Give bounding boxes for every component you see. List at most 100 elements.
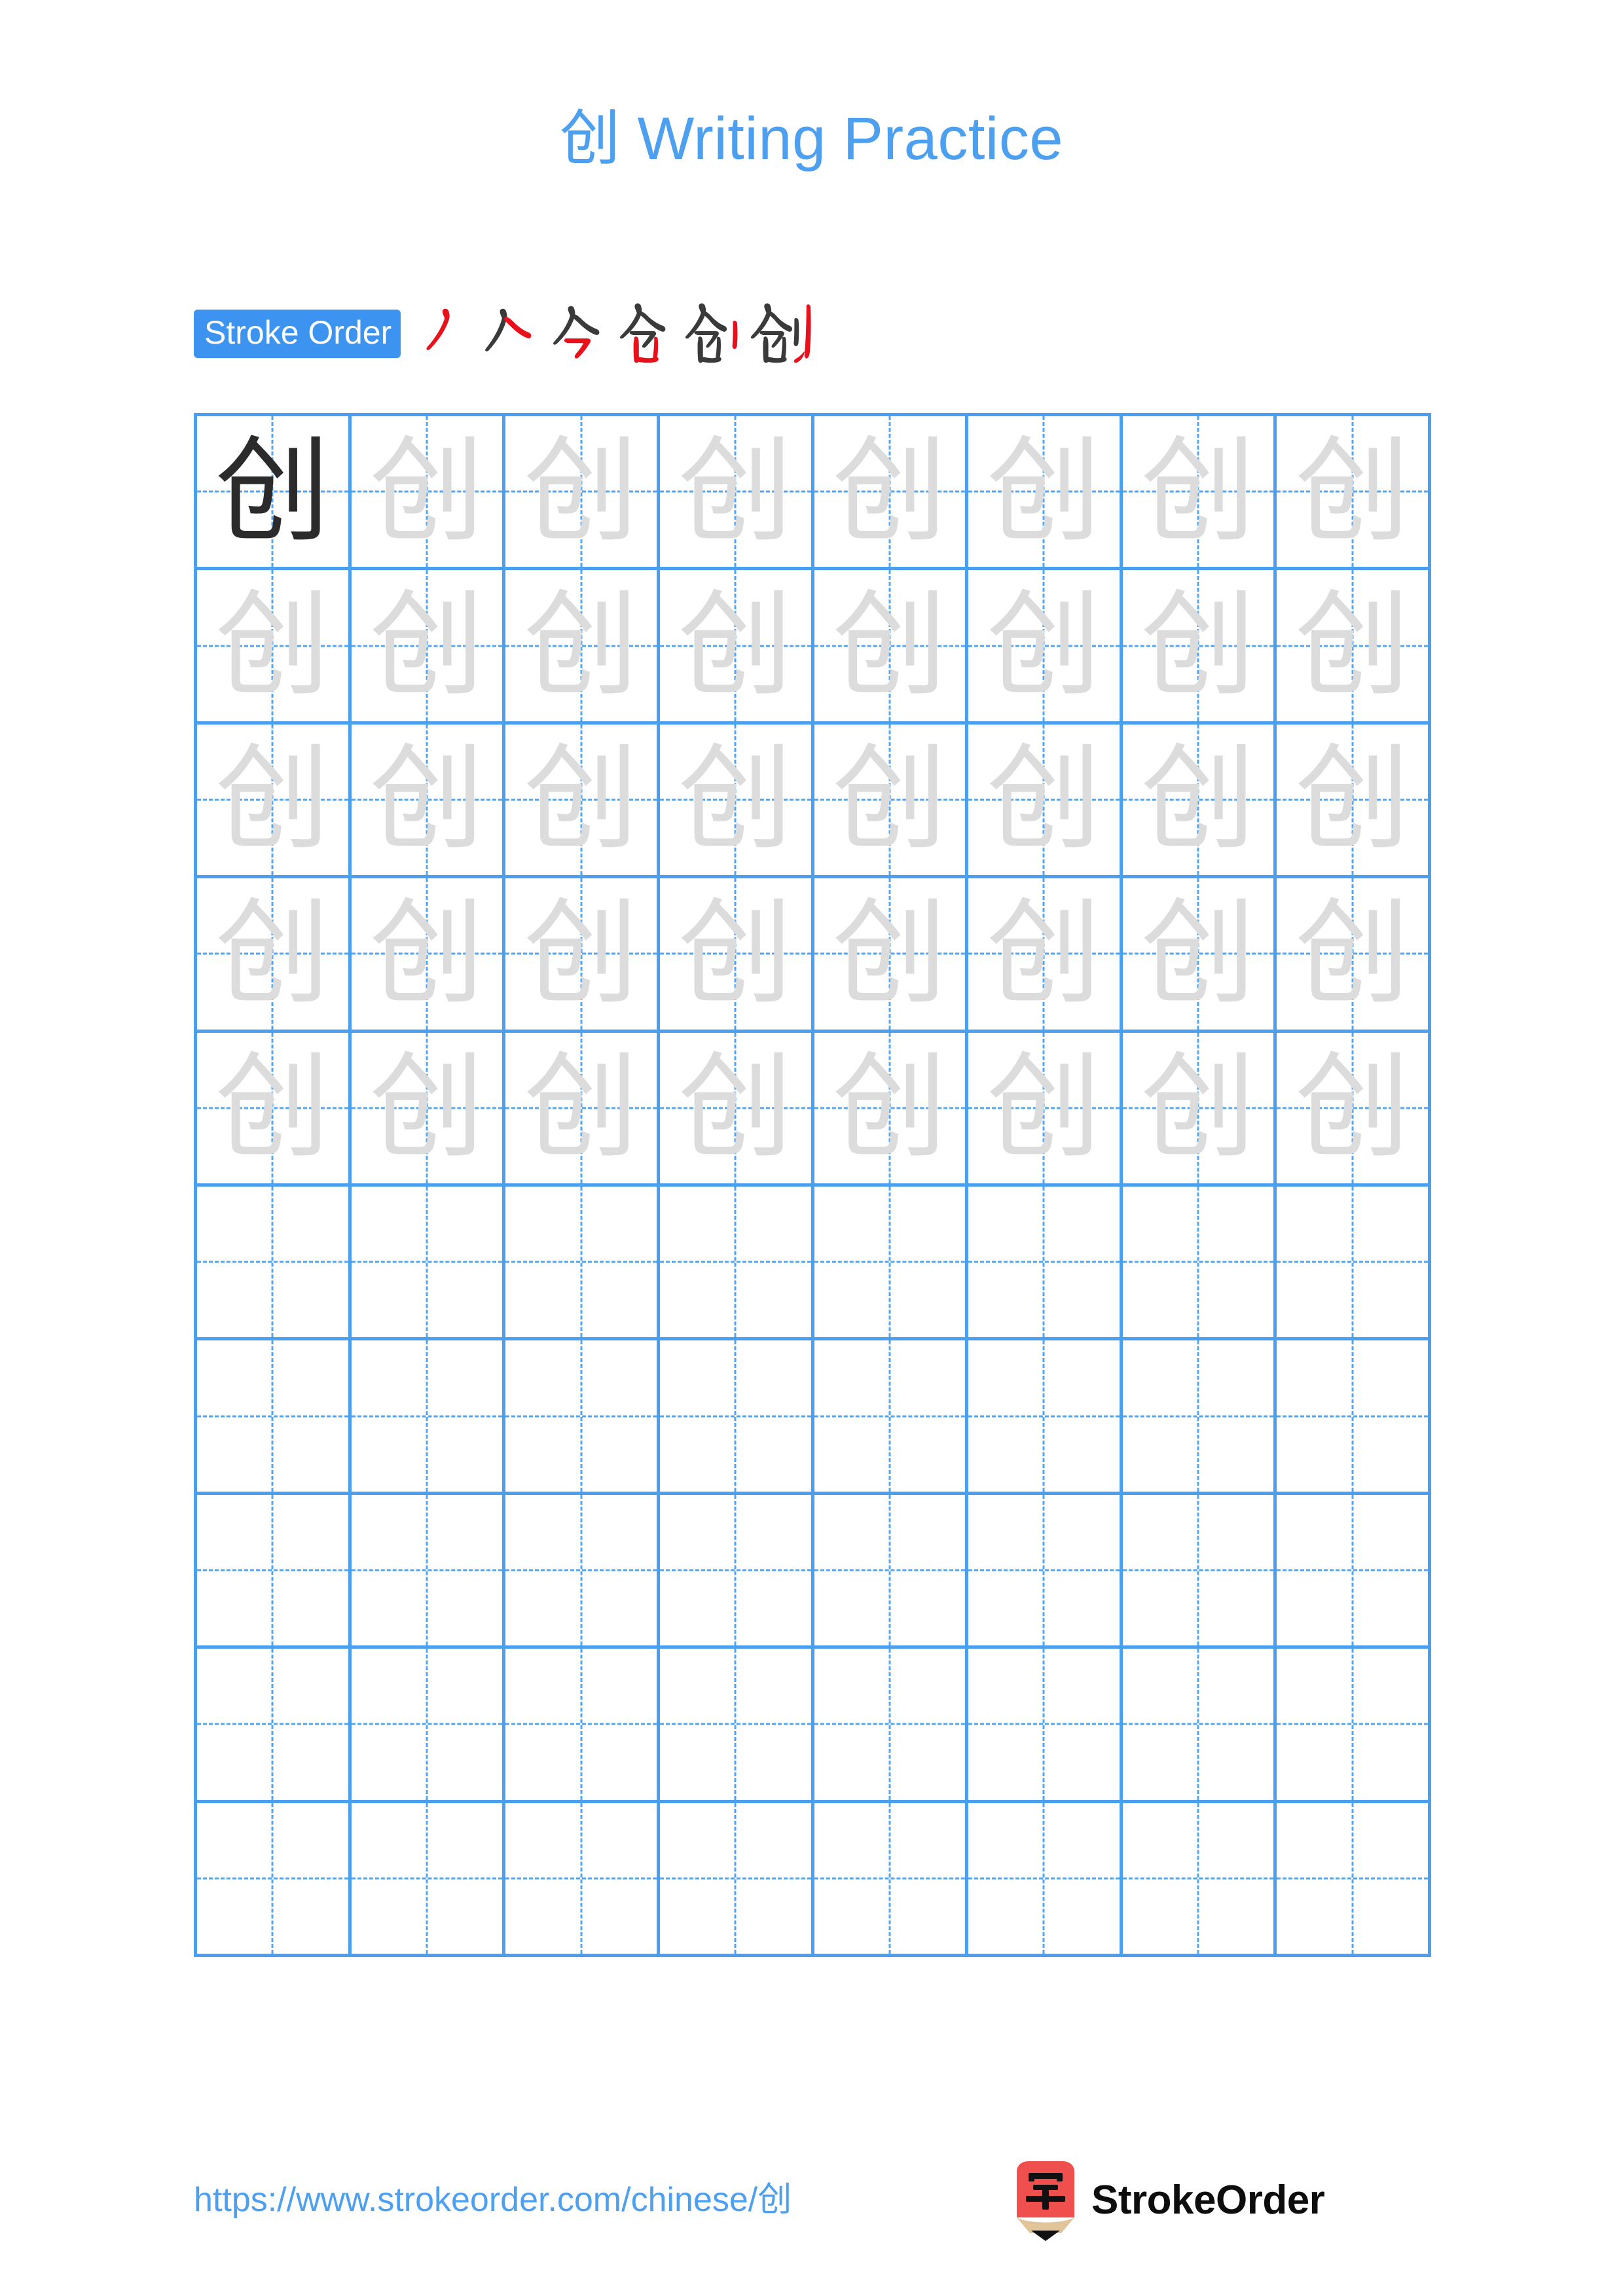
trace-character: 创	[215, 736, 330, 864]
practice-cell	[505, 1494, 660, 1649]
trace-character: 创	[678, 1044, 793, 1172]
practice-cell: 创	[1122, 724, 1277, 879]
practice-cell	[1277, 1803, 1431, 1957]
practice-cell	[351, 1803, 506, 1957]
trace-character: 创	[1295, 427, 1410, 556]
practice-cell: 创	[814, 1032, 969, 1187]
practice-cell: 创	[659, 570, 814, 725]
trace-character: 创	[524, 736, 639, 864]
practice-cell	[351, 1649, 506, 1803]
trace-character: 创	[369, 582, 484, 710]
pencil-logo-icon	[1012, 2160, 1080, 2241]
practice-cell	[659, 1803, 814, 1957]
practice-cell	[814, 1186, 969, 1341]
practice-cell	[968, 1186, 1123, 1341]
practice-cell: 创	[1277, 878, 1431, 1033]
page-title: 创 Writing Practice	[559, 105, 1064, 172]
trace-character: 创	[832, 736, 947, 864]
practice-cell: 创	[1277, 1032, 1431, 1187]
practice-cell	[197, 1340, 352, 1495]
practice-cell	[1122, 1649, 1277, 1803]
trace-character: 创	[369, 736, 484, 864]
trace-character: 创	[369, 889, 484, 1018]
practice-cell: 创	[351, 416, 506, 571]
practice-cell: 创	[659, 724, 814, 879]
practice-cell	[1122, 1340, 1277, 1495]
trace-character: 创	[1295, 889, 1410, 1018]
practice-cell	[1122, 1186, 1277, 1341]
practice-cell: 创	[968, 1032, 1123, 1187]
practice-cell	[1122, 1803, 1277, 1957]
practice-cell: 创	[197, 724, 352, 879]
trace-character: 创	[1295, 582, 1410, 710]
worksheet-page: 创 Writing Practice Stroke Order 创 创 创 创 …	[0, 0, 1623, 2296]
practice-cell: 创	[814, 416, 969, 571]
trace-character: 创	[215, 582, 330, 710]
practice-cell	[505, 1340, 660, 1495]
trace-character: 创	[369, 427, 484, 556]
trace-character: 创	[678, 736, 793, 864]
practice-cell	[197, 1803, 352, 1957]
practice-cell	[505, 1803, 660, 1957]
stroke-step-1-icon	[407, 300, 474, 367]
practice-cell	[968, 1494, 1123, 1649]
practice-cell: 创	[968, 724, 1123, 879]
practice-cell: 创	[197, 1032, 352, 1187]
practice-cell	[351, 1494, 506, 1649]
practice-cell: 创	[505, 1032, 660, 1187]
practice-cell	[197, 1649, 352, 1803]
trace-character: 创	[1140, 427, 1256, 556]
practice-cell	[814, 1494, 969, 1649]
trace-character: 创	[524, 427, 639, 556]
practice-cell: 创	[197, 570, 352, 725]
trace-character: 创	[832, 427, 947, 556]
practice-cell: 创	[505, 416, 660, 571]
trace-character: 创	[986, 427, 1101, 556]
trace-character: 创	[1140, 582, 1256, 710]
practice-cell	[814, 1340, 969, 1495]
practice-cell: 创	[351, 1032, 506, 1187]
source-url-link[interactable]: https://www.strokeorder.com/chinese/创	[194, 2172, 792, 2221]
stroke-step-5-icon	[680, 300, 746, 367]
trace-character: 创	[524, 1044, 639, 1172]
practice-cell	[1277, 1649, 1431, 1803]
practice-cell: 创	[1122, 416, 1277, 571]
practice-cell: 创	[505, 878, 660, 1033]
trace-character: 创	[832, 582, 947, 710]
practice-cell: 创	[1277, 570, 1431, 725]
trace-character: 创	[1140, 736, 1256, 864]
practice-cell	[968, 1340, 1123, 1495]
trace-character: 创	[215, 889, 330, 1018]
trace-character: 创	[678, 889, 793, 1018]
practice-cell: 创	[814, 878, 969, 1033]
brand-lockup: StrokeOrder	[1012, 2160, 1325, 2241]
practice-cell: 创	[814, 570, 969, 725]
trace-character: 创	[1295, 1044, 1410, 1172]
practice-cell: 创	[1122, 570, 1277, 725]
practice-cell	[505, 1649, 660, 1803]
stroke-step-4-icon	[611, 300, 678, 367]
practice-cell	[197, 1494, 352, 1649]
practice-cell: 创	[1122, 1032, 1277, 1187]
model-character: 创	[215, 427, 330, 556]
stroke-step-2-icon	[475, 300, 542, 367]
trace-character: 创	[678, 427, 793, 556]
practice-cell	[351, 1186, 506, 1341]
trace-character: 创	[986, 736, 1101, 864]
practice-cell: 创	[351, 570, 506, 725]
practice-cell	[659, 1186, 814, 1341]
practice-cell: 创	[351, 724, 506, 879]
practice-cell	[814, 1649, 969, 1803]
practice-cell: 创	[197, 416, 352, 571]
stroke-step-3-icon	[543, 300, 610, 367]
practice-cell: 创	[1277, 724, 1431, 879]
practice-cell: 创	[505, 570, 660, 725]
trace-character: 创	[524, 582, 639, 710]
practice-cell: 创	[814, 724, 969, 879]
practice-cell	[1277, 1186, 1431, 1341]
practice-cell	[505, 1186, 660, 1341]
trace-character: 创	[1140, 889, 1256, 1018]
trace-character: 创	[524, 889, 639, 1018]
trace-character: 创	[986, 582, 1101, 710]
trace-character: 创	[215, 1044, 330, 1172]
